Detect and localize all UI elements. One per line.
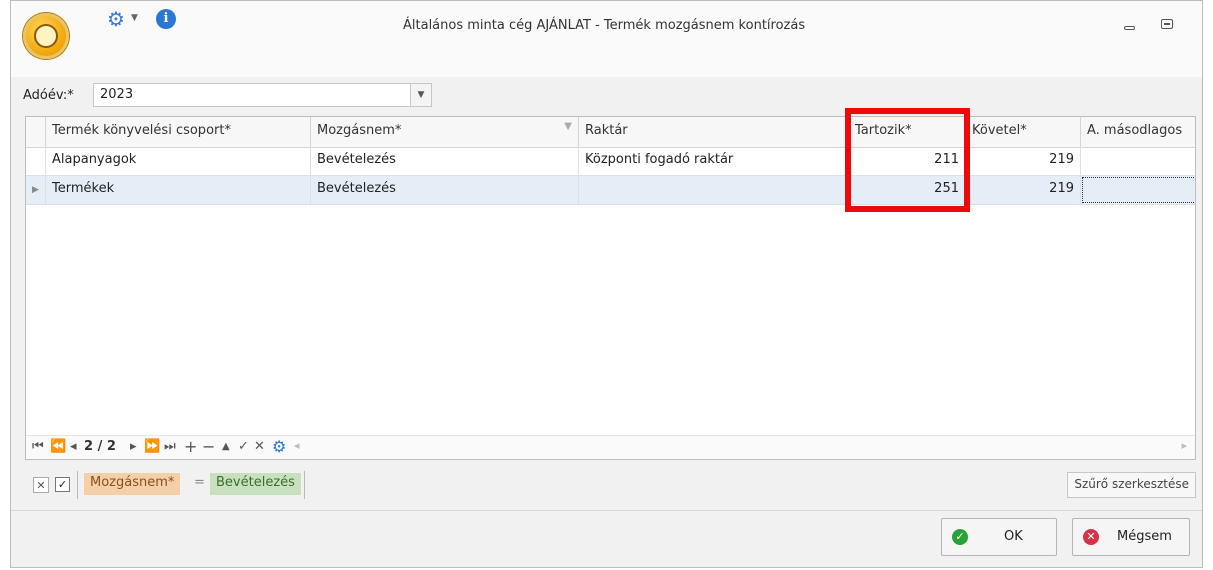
minimize-button[interactable] (1120, 15, 1140, 35)
gear-icon[interactable]: ⚙ (272, 437, 286, 456)
previous-record-icon[interactable]: ◂ (70, 439, 77, 454)
previous-page-icon[interactable]: ⏪ (50, 439, 66, 454)
cell-secondary[interactable] (1081, 176, 1195, 204)
filter-expression[interactable]: Mozgásnem* = Bevételezés (77, 471, 305, 499)
filter-value[interactable]: Bevételezés (210, 473, 301, 495)
column-header-movement[interactable]: Mozgásnem* ▼ (311, 117, 579, 147)
remove-icon[interactable]: − (202, 437, 215, 456)
info-icon[interactable]: i (156, 9, 176, 29)
check-icon[interactable]: ✓ (238, 439, 249, 454)
cell-warehouse[interactable]: Központi fogadó raktár (579, 147, 849, 175)
highlight-box (845, 108, 970, 212)
cell-group[interactable]: Termékek (46, 176, 311, 204)
dialog-window: ⚙ ▼ i Általános minta cég AJÁNLAT - Term… (10, 0, 1203, 568)
chevron-down-icon[interactable]: ▼ (410, 83, 432, 107)
filter-field[interactable]: Mozgásnem* (84, 473, 181, 495)
cell-credit[interactable]: 219 (966, 147, 1081, 175)
filter-enabled-checkbox[interactable]: ✓ (55, 477, 70, 492)
next-page-icon[interactable]: ⏩ (144, 439, 160, 454)
column-header-warehouse[interactable]: Raktár (579, 117, 849, 147)
cancel-button[interactable]: ✕ Mégsem (1072, 518, 1190, 556)
cell-credit[interactable]: 219 (966, 176, 1081, 204)
cell-group[interactable]: Alapanyagok (46, 147, 311, 175)
gear-icon[interactable]: ⚙ (107, 9, 125, 29)
add-icon[interactable]: + (184, 437, 197, 456)
column-header-credit[interactable]: Követel* (966, 117, 1081, 147)
year-input[interactable]: 2023 (93, 83, 411, 107)
page-indicator: 2 / 2 (84, 439, 116, 454)
cell-movement[interactable]: Bevételezés (311, 147, 579, 175)
data-navigator: ⏮ ⏪ ◂ 2 / 2 ▸ ⏩ ⏭ + − ▲ ✓ ✕ ⚙ ◂ ▸ (26, 435, 1195, 459)
check-circle-icon: ✓ (952, 529, 968, 545)
filter-icon[interactable]: ▼ (564, 121, 572, 132)
last-page-icon[interactable]: ⏭ (164, 439, 176, 454)
divider (11, 510, 1202, 511)
logo-mark (34, 24, 58, 48)
scroll-left-icon[interactable]: ◂ (294, 439, 300, 452)
filter-panel: ✕ ✓ Mozgásnem* = Bevételezés Szűrő szerk… (25, 464, 1196, 506)
ok-button[interactable]: ✓ OK (941, 518, 1057, 556)
next-record-icon[interactable]: ▸ (130, 439, 137, 454)
data-grid: Termék könyvelési csoport* Mozgásnem* ▼ R… (25, 116, 1196, 460)
title-bar: ⚙ ▼ i Általános minta cég AJÁNLAT - Term… (11, 1, 1202, 77)
clear-filter-button[interactable]: ✕ (33, 477, 49, 493)
grid-header: Termék könyvelési csoport* Mozgásnem* ▼ R… (26, 117, 1195, 148)
maximize-button[interactable] (1158, 15, 1178, 35)
close-circle-icon: ✕ (1083, 529, 1099, 545)
filter-operator[interactable]: = (194, 475, 205, 490)
edit-filter-button[interactable]: Szűrő szerkesztése (1067, 472, 1196, 498)
cell-movement[interactable]: Bevételezés (311, 176, 579, 204)
year-row: Adóév:* 2023 ▼ (13, 79, 1198, 115)
cancel-edit-icon[interactable]: ✕ (254, 439, 265, 454)
cell-warehouse[interactable] (579, 176, 849, 204)
row-indicator-header (26, 117, 46, 147)
chevron-down-icon[interactable]: ▼ (131, 13, 138, 23)
column-header-label: Mozgásnem* (317, 123, 402, 138)
table-row[interactable]: Alapanyagok Bevételezés Központi fogadó … (26, 147, 1195, 176)
cell-secondary[interactable] (1081, 147, 1195, 175)
maximize-icon (1161, 19, 1173, 29)
app-logo[interactable] (23, 13, 69, 59)
row-pointer-icon[interactable]: ▶ (26, 176, 46, 204)
first-page-icon[interactable]: ⏮ (32, 439, 44, 454)
column-header-secondary[interactable]: A. másodlagos (1081, 117, 1195, 147)
minimize-icon (1124, 26, 1135, 30)
cancel-label: Mégsem (1117, 529, 1172, 544)
window-title: Általános minta cég AJÁNLAT - Termék moz… (403, 18, 806, 33)
scroll-right-icon[interactable]: ▸ (1181, 439, 1187, 452)
year-label: Adóév:* (23, 88, 74, 103)
ok-label: OK (1004, 529, 1023, 544)
edit-icon[interactable]: ▲ (222, 441, 230, 452)
column-header-group[interactable]: Termék könyvelési csoport* (46, 117, 311, 147)
table-row[interactable]: ▶ Termékek Bevételezés 251 219 (26, 176, 1195, 205)
row-indicator[interactable] (26, 147, 46, 175)
